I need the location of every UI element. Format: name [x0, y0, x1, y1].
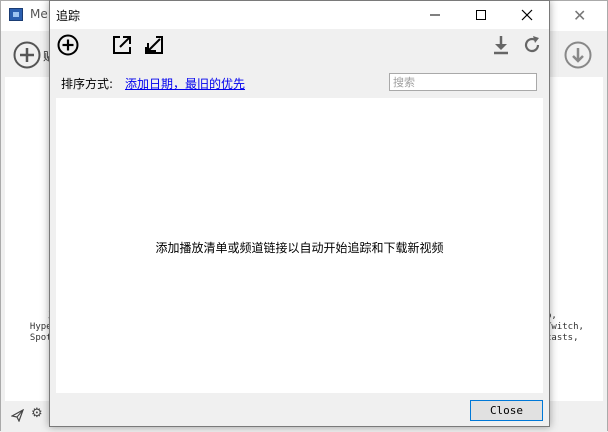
export-button[interactable]	[110, 33, 134, 57]
refresh-button[interactable]	[520, 33, 544, 57]
minimize-button[interactable]	[412, 1, 458, 29]
add-tracking-button[interactable]	[56, 33, 80, 57]
close-icon	[521, 9, 533, 21]
maximize-button[interactable]	[458, 1, 504, 29]
empty-state-message: 添加播放清单或频道链接以自动开始追踪和下载新视频	[155, 241, 444, 255]
gear-icon[interactable]: ⚙	[31, 406, 43, 421]
sort-order-link[interactable]: 添加日期，最旧的优先	[125, 75, 245, 92]
export-icon	[113, 36, 131, 54]
dialog-title: 追踪	[56, 9, 81, 23]
search-input[interactable]	[389, 73, 537, 91]
maximize-icon	[476, 10, 486, 20]
dialog-titlebar: 追踪	[50, 1, 549, 29]
tracking-dialog: 追踪 排序方式: 添加日期，最旧的优先 添加播放清单或频道链接以自动开始追踪和下…	[49, 0, 550, 427]
close-button[interactable]: Close	[470, 400, 543, 421]
app-icon	[9, 8, 23, 21]
main-add-icon[interactable]	[13, 41, 41, 72]
download-button[interactable]	[489, 33, 513, 57]
main-download-icon[interactable]	[564, 41, 592, 72]
refresh-icon	[524, 36, 540, 53]
send-icon[interactable]	[10, 408, 25, 425]
close-window-button[interactable]	[504, 1, 550, 29]
import-icon	[145, 36, 163, 54]
main-close-icon[interactable]: ✕	[573, 6, 586, 25]
main-supported-sites-right: p, Twitch, casts,	[546, 311, 584, 343]
import-button[interactable]	[142, 33, 166, 57]
minimize-icon	[430, 14, 440, 16]
tracking-list: 添加播放清单或频道链接以自动开始追踪和下载新视频	[56, 98, 543, 393]
main-window-title: Me	[30, 7, 48, 21]
download-icon	[494, 36, 508, 55]
plus-circle-icon	[57, 34, 79, 56]
sort-label: 排序方式:	[61, 77, 114, 91]
